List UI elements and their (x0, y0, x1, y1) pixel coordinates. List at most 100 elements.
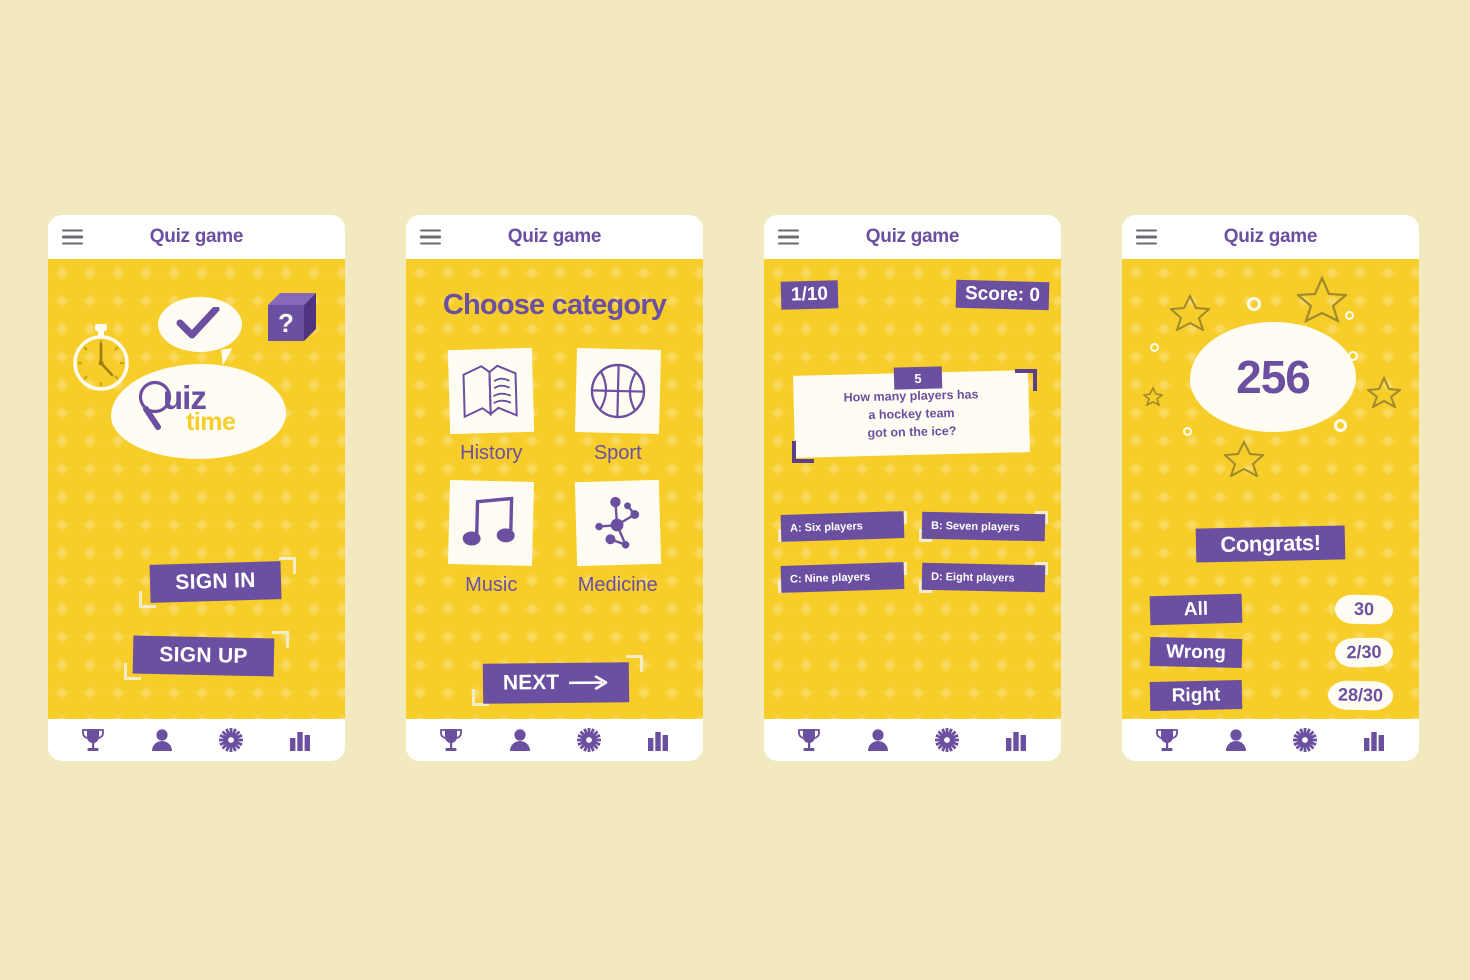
answer-label[interactable]: B: Seven players (921, 511, 1046, 542)
screen-category-body: Choose category History Sport Music Medi… (406, 259, 703, 719)
bottom-nav (406, 719, 703, 761)
sign-up-button[interactable]: SIGN UP (132, 635, 275, 677)
answer-option-a[interactable]: A: Six players (778, 511, 907, 542)
music-note-icon (462, 496, 515, 546)
nav-stats-button[interactable] (999, 725, 1033, 755)
nav-profile-button[interactable] (861, 725, 895, 755)
stat-value: 28/30 (1327, 680, 1394, 711)
star-outline-icon (1367, 376, 1401, 408)
page-title: Quiz game (1223, 226, 1318, 247)
stat-value: 2/30 (1334, 637, 1394, 668)
gear-icon (1293, 728, 1318, 752)
checkmark-icon (176, 307, 220, 339)
nav-settings-button[interactable] (930, 725, 964, 755)
category-tile (448, 347, 535, 435)
answer-option-b[interactable]: B: Seven players (919, 511, 1048, 542)
question-text: How many players has a hockey team got o… (829, 385, 993, 443)
category-grid: History Sport Music Medicine (428, 347, 681, 613)
page-title: Quiz game (149, 226, 244, 247)
answer-row: A: Six players B: Seven players (778, 511, 1048, 542)
bracket-decor (272, 631, 289, 648)
screen-welcome-body: ? uiz time SIGN IN SIGN UP (48, 259, 345, 719)
app-header: Quiz game (406, 215, 703, 259)
section-title: Choose category (442, 289, 667, 321)
answer-label[interactable]: C: Nine players (780, 562, 905, 593)
stopwatch-icon (73, 324, 129, 391)
stat-row-right: Right 28/30 (1149, 680, 1394, 711)
star-outline-icon (1224, 439, 1264, 477)
nav-trophy-button[interactable] (434, 725, 468, 755)
nav-settings-button[interactable] (1288, 725, 1322, 755)
answer-option-c[interactable]: C: Nine players (778, 562, 907, 593)
bottom-nav (48, 719, 345, 761)
stat-row-wrong: Wrong 2/30 (1149, 637, 1394, 668)
person-icon (151, 729, 172, 751)
hamburger-menu-icon[interactable] (62, 229, 83, 245)
gear-icon (577, 728, 602, 752)
category-tile (574, 479, 661, 567)
answer-row: C: Nine players D: Eight players (778, 562, 1048, 593)
answer-option-d[interactable]: D: Eight players (919, 562, 1048, 593)
nav-profile-button[interactable] (145, 725, 179, 755)
bar-chart-icon (1364, 732, 1385, 751)
welcome-hero: ? uiz time (48, 259, 345, 519)
stats-list: All 30 Wrong 2/30 Right 28/30 (1149, 593, 1394, 719)
bar-chart-icon (290, 732, 311, 751)
person-icon (509, 729, 530, 751)
screens-canvas: Quiz game ? uiz time SIGN IN SIGN UP Qui… (0, 0, 1470, 980)
category-tile (448, 479, 535, 567)
question-mark-cube-icon: ? (268, 293, 316, 341)
nav-trophy-button[interactable] (1150, 725, 1184, 755)
category-item-music[interactable]: Music (439, 479, 544, 597)
category-row: History Sport (428, 347, 681, 465)
hamburger-menu-icon[interactable] (778, 229, 799, 245)
page-title: Quiz game (865, 226, 960, 247)
progress-badge: 1/10 (780, 280, 839, 310)
category-tile (574, 347, 661, 435)
nav-stats-button[interactable] (641, 725, 675, 755)
nav-trophy-button[interactable] (76, 725, 110, 755)
category-item-history[interactable]: History (439, 347, 544, 465)
circle-outline-icon (1150, 343, 1159, 352)
stat-label: Wrong (1149, 637, 1243, 668)
answer-label[interactable]: A: Six players (780, 511, 905, 542)
nav-profile-button[interactable] (503, 725, 537, 755)
next-button[interactable]: NEXT (482, 662, 630, 704)
nav-settings-button[interactable] (572, 725, 606, 755)
bottom-nav (764, 719, 1061, 761)
trophy-icon (439, 729, 462, 751)
score-badge: Score: 0 (955, 279, 1050, 311)
page-title: Quiz game (507, 226, 602, 247)
nav-profile-button[interactable] (1219, 725, 1253, 755)
category-label: History (460, 442, 523, 464)
final-score-value: 256 (1236, 351, 1311, 403)
answer-grid: A: Six players B: Seven players C: Nine … (778, 511, 1048, 613)
person-icon (867, 729, 888, 751)
screen-choose-category: Quiz game Choose category History Sport … (406, 215, 703, 761)
magnifier-icon (138, 380, 172, 430)
nav-stats-button[interactable] (1357, 725, 1391, 755)
person-icon (1225, 729, 1246, 751)
basketball-icon (590, 363, 645, 419)
open-book-icon (462, 364, 518, 419)
nav-stats-button[interactable] (283, 725, 317, 755)
app-header: Quiz game (1122, 215, 1419, 259)
category-item-medicine[interactable]: Medicine (565, 479, 670, 597)
question-card: How many players has a hockey team got o… (780, 366, 1045, 463)
category-item-sport[interactable]: Sport (565, 347, 670, 465)
answer-label[interactable]: D: Eight players (921, 562, 1046, 593)
circle-outline-icon (1183, 427, 1192, 436)
hamburger-menu-icon[interactable] (1136, 229, 1157, 245)
screen-welcome: Quiz game ? uiz time SIGN IN SIGN UP (48, 215, 345, 761)
final-score-blob: 256 (1190, 322, 1356, 432)
star-outline-icon (1170, 293, 1210, 331)
hamburger-menu-icon[interactable] (420, 229, 441, 245)
stat-row-all: All 30 (1149, 593, 1394, 626)
nav-settings-button[interactable] (214, 725, 248, 755)
app-header: Quiz game (764, 215, 1061, 259)
stat-label: Right (1149, 680, 1243, 711)
nav-trophy-button[interactable] (792, 725, 826, 755)
gear-icon (219, 728, 244, 752)
sign-in-button[interactable]: SIGN IN (149, 561, 282, 603)
circle-outline-icon (1247, 297, 1261, 311)
